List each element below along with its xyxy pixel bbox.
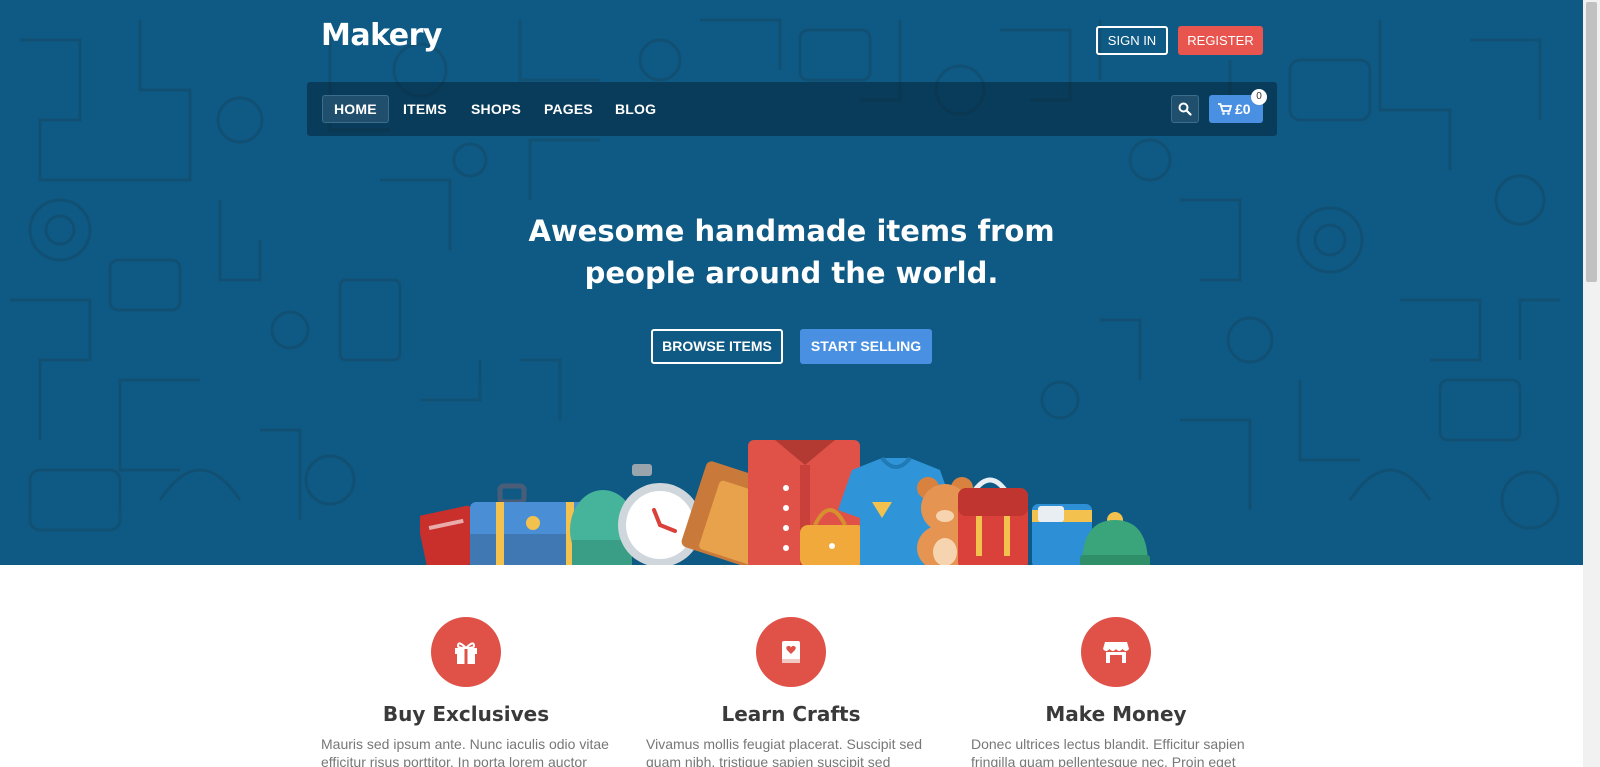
cart-total: £0 xyxy=(1235,101,1251,117)
feature-title: Buy Exclusives xyxy=(382,702,550,726)
search-icon xyxy=(1178,102,1192,116)
handmade-items-illustration xyxy=(420,440,1150,565)
site-logo[interactable]: Makery xyxy=(321,18,442,53)
page-scrollbar[interactable] xyxy=(1583,0,1600,767)
feature-icon-circle xyxy=(431,617,501,687)
nav-item-items[interactable]: ITEMS xyxy=(392,95,458,123)
main-navbar: HOME ITEMS SHOPS PAGES BLOG £0 0 xyxy=(307,82,1277,136)
clock-illustration xyxy=(618,464,702,565)
feature-icon-circle xyxy=(1081,617,1151,687)
hero-section: Makery SIGN IN REGISTER HOME ITEMS SHOPS… xyxy=(0,0,1583,565)
feature-title: Make Money xyxy=(1045,702,1187,726)
red-backpack-illustration xyxy=(958,477,1028,565)
feature-buy-exclusives: Buy Exclusives Mauris sed ipsum ante. Nu… xyxy=(321,617,611,767)
cart-count-badge: 0 xyxy=(1251,89,1267,105)
browse-items-button[interactable]: BROWSE ITEMS xyxy=(651,329,783,364)
sign-in-button[interactable]: SIGN IN xyxy=(1096,26,1168,55)
book-heart-icon xyxy=(782,641,800,663)
scrollbar-thumb[interactable] xyxy=(1586,2,1597,282)
feature-title: Learn Crafts xyxy=(721,702,861,726)
feature-description: Mauris sed ipsum ante. Nunc iaculis odio… xyxy=(321,736,609,767)
search-button[interactable] xyxy=(1171,95,1199,123)
start-selling-button[interactable]: START SELLING xyxy=(800,329,932,364)
nav-item-pages[interactable]: PAGES xyxy=(533,95,604,123)
gift-icon xyxy=(455,642,477,664)
nav-item-home[interactable]: HOME xyxy=(322,95,389,123)
register-button[interactable]: REGISTER xyxy=(1178,26,1263,55)
feature-description: Donec ultrices lectus blandit. Efficitur… xyxy=(971,736,1245,767)
feature-make-money: Make Money Donec ultrices lectus blandit… xyxy=(971,617,1261,767)
cart-icon xyxy=(1218,103,1232,115)
hero-headline-line-2: people around the world. xyxy=(584,256,999,290)
feature-learn-crafts: Learn Crafts Vivamus mollis feugiat plac… xyxy=(646,617,936,767)
feature-icon-circle xyxy=(756,617,826,687)
hero-headline-line-1: Awesome handmade items from xyxy=(528,214,1055,248)
shop-icon xyxy=(1103,642,1129,663)
nav-item-blog[interactable]: BLOG xyxy=(604,95,667,123)
hero-headline: Awesome handmade items from people aroun… xyxy=(500,210,1083,294)
feature-description: Vivamus mollis feugiat placerat. Suscipi… xyxy=(646,736,922,767)
nav-item-shops[interactable]: SHOPS xyxy=(460,95,532,123)
